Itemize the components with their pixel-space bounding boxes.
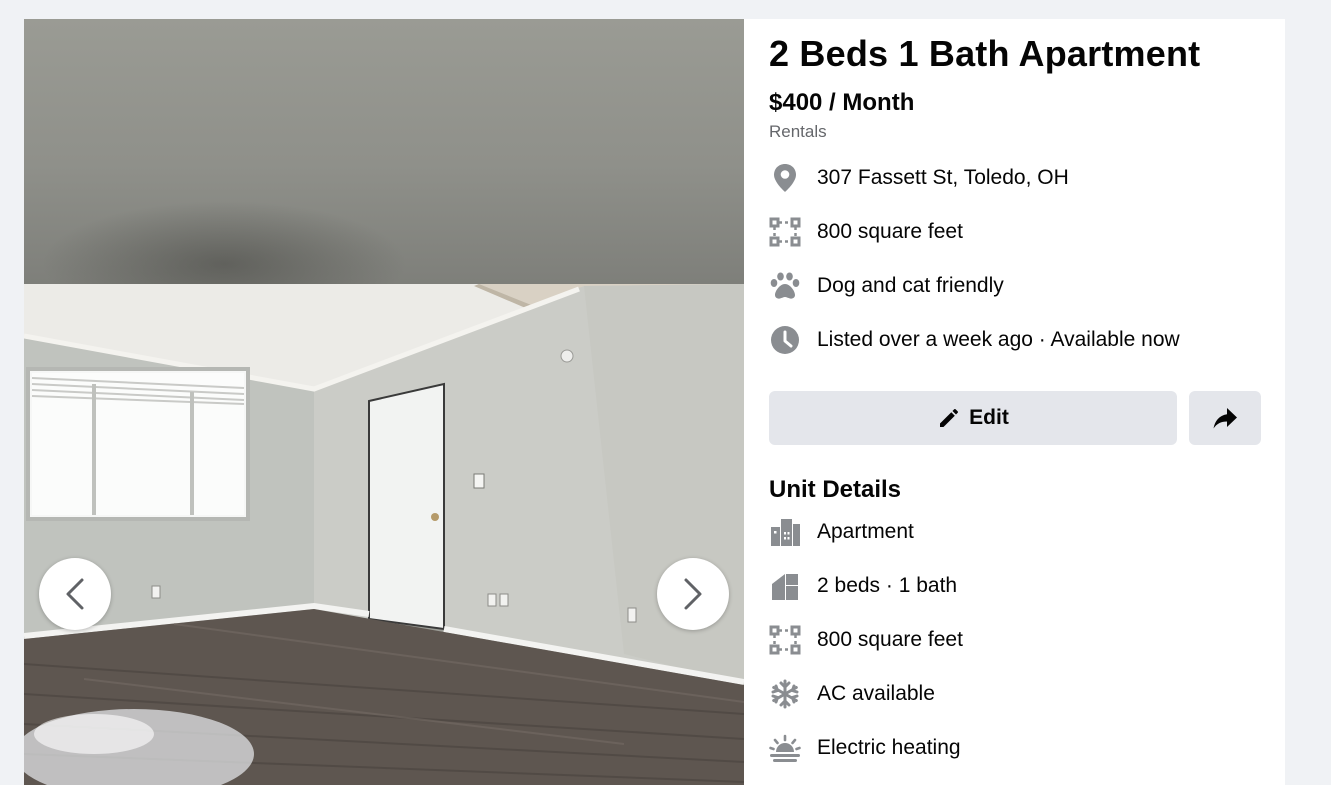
snowflake-icon	[769, 678, 801, 710]
listed-text: Listed over a week ago · Available now	[817, 328, 1180, 351]
unit-type-row: Apartment	[769, 515, 914, 549]
clock-icon	[769, 324, 801, 356]
listing-photo	[24, 19, 744, 785]
unit-size-text: 800 square feet	[817, 628, 963, 651]
listing-price: $400 / Month	[769, 89, 915, 116]
chevron-left-icon	[66, 578, 84, 610]
size-text: 800 square feet	[817, 220, 963, 243]
room-photo	[24, 284, 744, 785]
chevron-right-icon	[684, 578, 702, 610]
building-icon	[769, 516, 801, 548]
house-icon	[769, 570, 801, 602]
square-footage-icon	[769, 216, 801, 248]
share-arrow-icon	[1213, 408, 1237, 429]
ac-text: AC available	[817, 682, 935, 705]
edit-button-label: Edit	[969, 406, 1009, 429]
pets-row: Dog and cat friendly	[769, 269, 1004, 303]
listing-category[interactable]: Rentals	[769, 122, 827, 142]
location-text: 307 Fassett St, Toledo, OH	[817, 166, 1069, 189]
location-pin-icon	[769, 162, 801, 194]
pencil-icon	[937, 406, 961, 430]
unit-type-text: Apartment	[817, 520, 914, 543]
photo-blurred-top	[24, 19, 744, 284]
beds-baths-text: 2 beds · 1 bath	[817, 574, 958, 597]
listed-row: Listed over a week ago · Available now	[769, 323, 1180, 357]
square-footage-icon	[769, 624, 801, 656]
listing-title: 2 Beds 1 Bath Apartment	[769, 33, 1201, 74]
pets-text: Dog and cat friendly	[817, 274, 1004, 297]
heating-text: Electric heating	[817, 736, 961, 759]
paw-icon	[769, 270, 801, 302]
next-photo-button[interactable]	[657, 558, 729, 630]
unit-details-title: Unit Details	[769, 476, 902, 503]
sunrise-heating-icon	[769, 732, 801, 764]
size-row: 800 square feet	[769, 215, 963, 249]
beds-baths-row: 2 beds · 1 bath	[769, 569, 957, 603]
edit-button[interactable]: Edit	[769, 391, 1177, 445]
location-row[interactable]: 307 Fassett St, Toledo, OH	[769, 161, 1069, 195]
unit-size-row: 800 square feet	[769, 623, 963, 657]
listing-card: 2 Beds 1 Bath Apartment $400 / Month Ren…	[24, 19, 1285, 785]
heating-row: Electric heating	[769, 731, 961, 765]
previous-photo-button[interactable]	[39, 558, 111, 630]
ac-row: AC available	[769, 677, 935, 711]
share-button[interactable]	[1189, 391, 1261, 445]
